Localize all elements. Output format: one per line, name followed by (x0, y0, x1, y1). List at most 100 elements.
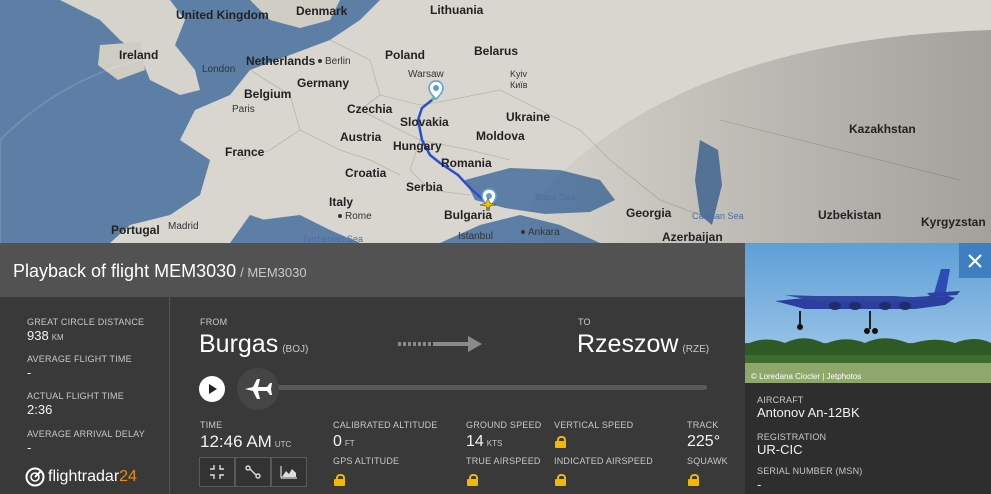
map-label-denmark: Denmark (296, 4, 348, 18)
map-city-berlin: Berlin (318, 57, 351, 67)
avg-arrival-delay-label: AVERAGE ARRIVAL DELAY (27, 429, 145, 439)
great-circle-number: 938 (27, 328, 49, 343)
vertical-speed-label: VERTICAL SPEED (554, 420, 634, 430)
chart-icon (280, 466, 297, 479)
close-button[interactable] (959, 243, 991, 278)
panel-header: Playback of flight MEM3030/ MEM3030 (0, 243, 745, 297)
great-circle-label: GREAT CIRCLE DISTANCE (27, 317, 145, 327)
avg-flight-time-value: - (27, 365, 32, 380)
map-city-kyiv-native: Київ (510, 80, 528, 90)
map-city-kyiv: Kyiv (510, 69, 528, 79)
track-value: 225° (687, 433, 721, 450)
map-label-italy: Italy (329, 195, 354, 209)
registration-value[interactable]: UR-CIC (757, 442, 803, 457)
vertical-speed-lock-icon[interactable] (555, 436, 566, 448)
map-sea-black: Black Sea (535, 192, 576, 202)
radar-logo-icon (25, 467, 45, 487)
flight-playback-screen: United Kingdom Ireland Denmark Lithuania… (0, 0, 991, 494)
to-airport: Rzeszow (RZE) (577, 330, 709, 359)
plane-icon (245, 379, 272, 399)
map-label-slovakia: Slovakia (400, 115, 449, 129)
map-label-hungary: Hungary (393, 139, 442, 153)
aircraft-label: AIRCRAFT (757, 395, 804, 405)
aircraft-type-value[interactable]: Antonov An-12BK (757, 405, 860, 420)
actual-flight-time-label: ACTUAL FLIGHT TIME (27, 391, 124, 401)
serial-number-value: - (757, 477, 762, 492)
from-airport: Burgas (BOJ) (199, 330, 308, 359)
map-label-ukraine: Ukraine (506, 110, 551, 124)
playback-handle[interactable] (237, 368, 279, 410)
time-number: 12:46 AM (200, 432, 272, 451)
photo-credit[interactable]: © Loredana Ciocler | Jetphotos (751, 372, 861, 381)
flight-callsign: / MEM3030 (240, 265, 307, 280)
aircraft-photo[interactable]: © Loredana Ciocler | Jetphotos (745, 243, 991, 383)
from-city: Burgas (199, 330, 279, 358)
time-unit: UTC (274, 440, 292, 449)
calibrated-altitude-number: 0 (333, 433, 342, 450)
map-label-romania: Romania (441, 156, 492, 170)
map-label-czechia: Czechia (347, 102, 393, 116)
indicated-airspeed-lock-icon[interactable] (555, 474, 566, 486)
brand-name: flightradar (48, 468, 120, 485)
flightradar24-logo[interactable]: flightradar 24 (25, 467, 137, 487)
avg-arrival-delay-value: - (27, 440, 32, 455)
squawk-lock-icon[interactable] (688, 474, 699, 486)
gps-altitude-lock-icon[interactable] (334, 474, 345, 486)
track-label: TRACK (687, 420, 719, 430)
compress-view-button[interactable] (199, 457, 235, 487)
ground-speed-value: 14 KTS (466, 433, 502, 451)
great-circle-value: 938 KM (27, 328, 64, 343)
ground-speed-label: GROUND SPEED (466, 420, 542, 430)
squawk-label: SQUAWK (687, 456, 728, 466)
time-value: 12:46 AM UTC (200, 432, 291, 452)
from-label: FROM (200, 317, 228, 327)
flight-info-panel: Playback of flight MEM3030/ MEM3030 GREA… (0, 243, 745, 494)
indicated-airspeed-label: INDICATED AIRSPEED (554, 456, 653, 466)
map-city-rome: Rome (338, 212, 372, 222)
map[interactable]: United Kingdom Ireland Denmark Lithuania… (0, 0, 991, 244)
map-label-kazakhstan: Kazakhstan (849, 122, 916, 136)
route-view-button[interactable] (235, 457, 271, 487)
play-button[interactable] (199, 376, 225, 402)
time-label: TIME (200, 420, 223, 430)
to-code: (RZE) (682, 344, 710, 355)
map-label-moldova: Moldova (476, 129, 525, 143)
map-label-austria: Austria (340, 130, 382, 144)
ground-speed-unit: KTS (486, 439, 503, 448)
map-label-ireland: Ireland (119, 48, 159, 62)
great-circle-unit: KM (51, 333, 64, 342)
registration-label: REGISTRATION (757, 432, 827, 442)
map-city-paris: Paris (232, 104, 255, 115)
map-label-uk: United Kingdom (176, 8, 269, 22)
playback-timeline[interactable] (262, 385, 707, 390)
arrow-right-icon (398, 336, 482, 352)
map-label-kyrgyzstan: Kyrgyzstan (921, 215, 986, 229)
calibrated-altitude-unit: FT (344, 439, 355, 448)
flight-title: Playback of flight MEM3030 (13, 261, 237, 281)
aircraft-position-icon[interactable] (480, 198, 496, 212)
panel-title: Playback of flight MEM3030/ MEM3030 (13, 261, 307, 282)
calibrated-altitude-value: 0 FT (333, 433, 355, 451)
map-label-azerbaijan: Azerbaijan (662, 230, 723, 244)
map-label-uzbekistan: Uzbekistan (818, 208, 882, 222)
map-city-madrid: Madrid (168, 221, 199, 232)
map-label-serbia: Serbia (406, 180, 443, 194)
close-icon (968, 253, 982, 268)
brand-suffix: 24 (119, 468, 137, 485)
aircraft-photo-image (745, 243, 991, 383)
map-label-germany: Germany (297, 76, 350, 90)
ground-speed-number: 14 (466, 433, 484, 450)
map-label-poland: Poland (385, 48, 426, 62)
from-code: (BOJ) (282, 344, 309, 355)
map-city-london: London (202, 64, 236, 75)
true-airspeed-label: TRUE AIRSPEED (466, 456, 541, 466)
route-icon (245, 465, 261, 479)
map-label-lithuania: Lithuania (430, 3, 484, 17)
map-label-georgia: Georgia (626, 206, 672, 220)
graph-view-button[interactable] (271, 457, 307, 487)
destination-marker-icon[interactable] (428, 80, 444, 100)
map-city-ankara: Ankara (521, 228, 560, 238)
map-label-netherlands: Netherlands (246, 54, 316, 68)
to-label: TO (578, 317, 591, 327)
true-airspeed-lock-icon[interactable] (467, 474, 478, 486)
